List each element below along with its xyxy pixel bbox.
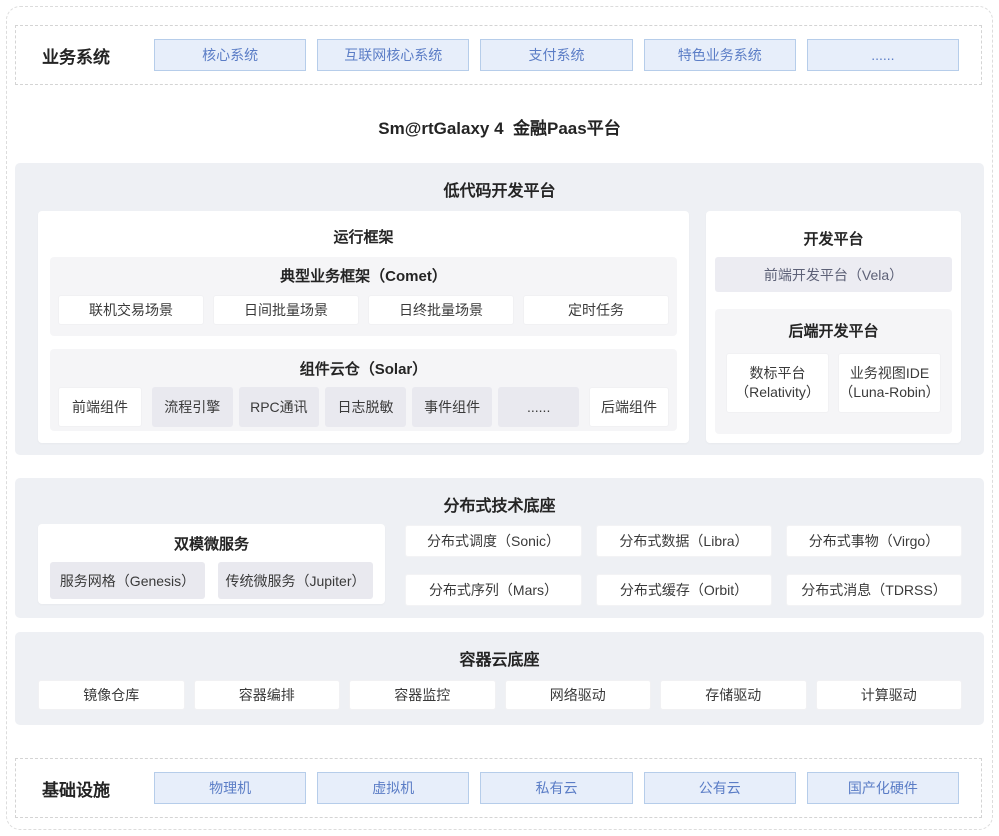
container-cloud-items: 镜像仓库 容器编排 容器监控 网络驱动 存储驱动 计算驱动 xyxy=(38,680,962,710)
business-systems-label: 业务系统 xyxy=(42,43,154,68)
backend-dev-item-line2: （Luna-Robin） xyxy=(839,383,939,402)
infrastructure-boxes: 物理机 虚拟机 私有云 公有云 国产化硬件 xyxy=(154,772,959,804)
comet-item: 定时任务 xyxy=(523,295,669,325)
distributed-item: 分布式消息（TDRSS） xyxy=(786,574,962,606)
backend-dev-panel: 后端开发平台 数标平台 （Relativity） 业务视图IDE （Luna-R… xyxy=(715,309,952,434)
infrastructure-box: 虚拟机 xyxy=(317,772,469,804)
business-system-box: 互联网核心系统 xyxy=(317,39,469,71)
architecture-diagram: 业务系统 核心系统 互联网核心系统 支付系统 特色业务系统 ...... Sm@… xyxy=(0,0,999,836)
container-cloud-item: 网络驱动 xyxy=(505,680,652,710)
backend-dev-title: 后端开发平台 xyxy=(715,309,952,341)
dual-mode-title: 双模微服务 xyxy=(38,524,385,554)
low-code-section: 低代码开发平台 运行框架 典型业务框架（Comet） 联机交易场景 日间批量场景… xyxy=(15,163,984,455)
solar-item: 流程引擎 xyxy=(152,387,233,427)
business-systems-row: 业务系统 核心系统 互联网核心系统 支付系统 特色业务系统 ...... xyxy=(15,25,982,85)
infrastructure-box: 物理机 xyxy=(154,772,306,804)
solar-title: 组件云仓（Solar） xyxy=(50,349,677,379)
distributed-title: 分布式技术底座 xyxy=(15,478,984,516)
dual-mode-items: 服务网格（Genesis） 传统微服务（Jupiter） xyxy=(50,562,373,599)
container-cloud-title: 容器云底座 xyxy=(15,632,984,670)
infrastructure-box: 国产化硬件 xyxy=(807,772,959,804)
runtime-framework-title: 运行框架 xyxy=(38,211,689,247)
container-cloud-item: 容器监控 xyxy=(349,680,496,710)
infrastructure-box: 私有云 xyxy=(480,772,632,804)
comet-item: 联机交易场景 xyxy=(58,295,204,325)
infrastructure-row: 基础设施 物理机 虚拟机 私有云 公有云 国产化硬件 xyxy=(15,758,982,818)
distributed-section: 分布式技术底座 双模微服务 服务网格（Genesis） 传统微服务（Jupite… xyxy=(15,478,984,618)
dual-mode-item: 服务网格（Genesis） xyxy=(50,562,205,599)
dual-mode-item: 传统微服务（Jupiter） xyxy=(218,562,373,599)
backend-dev-item-line2: （Relativity） xyxy=(735,383,820,402)
distributed-item: 分布式事物（Virgo） xyxy=(786,525,962,557)
solar-item: RPC通讯 xyxy=(239,387,320,427)
page-title: Sm@rtGalaxy 4 金融Paas平台 xyxy=(0,114,999,139)
dev-platform-title: 开发平台 xyxy=(706,211,961,249)
distributed-item: 分布式调度（Sonic） xyxy=(405,525,582,557)
distributed-item: 分布式缓存（Orbit） xyxy=(596,574,772,606)
business-system-box: 支付系统 xyxy=(480,39,632,71)
business-system-box: 特色业务系统 xyxy=(644,39,796,71)
backend-dev-item: 数标平台 （Relativity） xyxy=(726,353,829,413)
comet-items: 联机交易场景 日间批量场景 日终批量场景 定时任务 xyxy=(58,295,669,325)
comet-item: 日终批量场景 xyxy=(368,295,514,325)
infrastructure-label: 基础设施 xyxy=(42,776,154,801)
solar-back-item: 后端组件 xyxy=(589,387,669,427)
infrastructure-box: 公有云 xyxy=(644,772,796,804)
runtime-framework-card: 运行框架 典型业务框架（Comet） 联机交易场景 日间批量场景 日终批量场景 … xyxy=(38,211,689,443)
business-system-box: ...... xyxy=(807,39,959,71)
business-systems-boxes: 核心系统 互联网核心系统 支付系统 特色业务系统 ...... xyxy=(154,39,959,71)
solar-item: 事件组件 xyxy=(412,387,493,427)
comet-panel: 典型业务框架（Comet） 联机交易场景 日间批量场景 日终批量场景 定时任务 xyxy=(50,257,677,336)
vela-bar: 前端开发平台（Vela） xyxy=(715,257,952,292)
business-system-box: 核心系统 xyxy=(154,39,306,71)
dual-mode-card: 双模微服务 服务网格（Genesis） 传统微服务（Jupiter） xyxy=(38,524,385,604)
low-code-title: 低代码开发平台 xyxy=(15,163,984,201)
container-cloud-item: 容器编排 xyxy=(194,680,341,710)
container-cloud-item: 存储驱动 xyxy=(660,680,807,710)
comet-item: 日间批量场景 xyxy=(213,295,359,325)
comet-title: 典型业务框架（Comet） xyxy=(50,257,677,286)
backend-dev-item: 业务视图IDE （Luna-Robin） xyxy=(838,353,941,413)
solar-items: 前端组件 流程引擎 RPC通讯 日志脱敏 事件组件 ...... 后端组件 xyxy=(58,387,669,427)
solar-front-item: 前端组件 xyxy=(58,387,142,427)
distributed-item: 分布式数据（Libra） xyxy=(596,525,772,557)
solar-item: 日志脱敏 xyxy=(325,387,406,427)
container-cloud-section: 容器云底座 镜像仓库 容器编排 容器监控 网络驱动 存储驱动 计算驱动 xyxy=(15,632,984,725)
solar-panel: 组件云仓（Solar） 前端组件 流程引擎 RPC通讯 日志脱敏 事件组件 ..… xyxy=(50,349,677,431)
backend-dev-item-line1: 业务视图IDE xyxy=(850,364,929,383)
backend-dev-items: 数标平台 （Relativity） 业务视图IDE （Luna-Robin） xyxy=(726,353,941,413)
solar-item: ...... xyxy=(498,387,579,427)
dev-platform-card: 开发平台 前端开发平台（Vela） 后端开发平台 数标平台 （Relativit… xyxy=(706,211,961,443)
container-cloud-item: 镜像仓库 xyxy=(38,680,185,710)
distributed-item: 分布式序列（Mars） xyxy=(405,574,582,606)
backend-dev-item-line1: 数标平台 xyxy=(750,364,806,383)
container-cloud-item: 计算驱动 xyxy=(816,680,963,710)
